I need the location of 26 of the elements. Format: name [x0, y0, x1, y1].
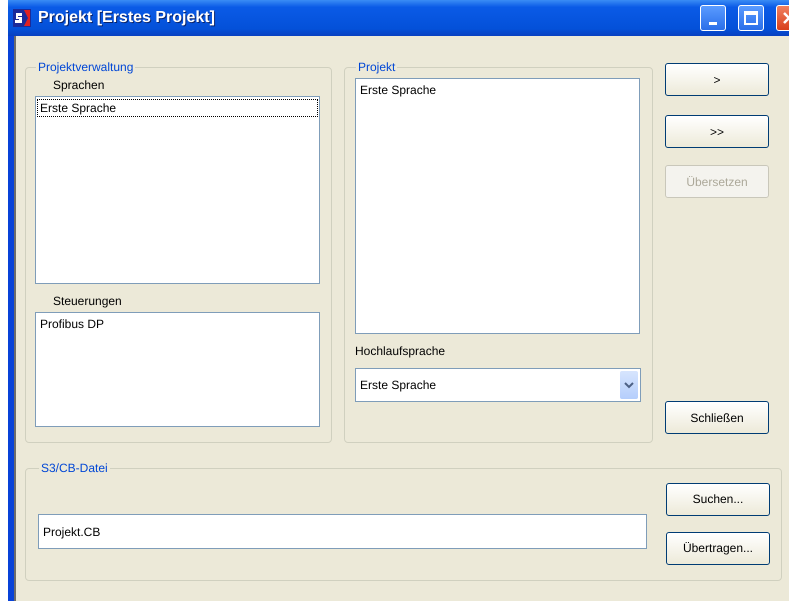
- file-field[interactable]: Projekt.CB: [38, 514, 647, 549]
- group-title: Projekt: [357, 60, 396, 74]
- button[interactable]: Schließen: [665, 401, 769, 434]
- list-label: Sprachen: [53, 78, 106, 92]
- group-title: S3/CB-Datei: [40, 461, 109, 475]
- combo-label: Hochlaufsprache: [355, 344, 446, 358]
- button[interactable]: >: [665, 63, 769, 96]
- minimize-icon: [709, 22, 717, 24]
- button[interactable]: Suchen...: [666, 482, 770, 516]
- language-list[interactable]: Erste Sprache: [355, 78, 640, 334]
- controller-list[interactable]: Profibus DP: [35, 312, 320, 427]
- list-item[interactable]: Erste Sprache: [357, 81, 638, 99]
- group-title: Projektverwaltung: [37, 60, 134, 74]
- window-title: Projekt [Erstes Projekt]: [38, 9, 216, 27]
- button[interactable]: >>: [665, 115, 769, 148]
- list-label: Steuerungen: [53, 294, 123, 308]
- list-item[interactable]: Erste Sprache: [37, 99, 318, 117]
- minimize-button[interactable]: [700, 5, 726, 31]
- maximize-icon: [744, 11, 758, 25]
- list-item[interactable]: Profibus DP: [37, 315, 318, 333]
- maximize-button[interactable]: [738, 5, 764, 31]
- language-list[interactable]: Erste Sprache: [35, 96, 320, 284]
- language-dropdown[interactable]: Erste Sprache: [355, 368, 641, 402]
- button[interactable]: Übertragen...: [666, 532, 770, 564]
- app-icon: [12, 8, 32, 28]
- dropdown-icon: [620, 371, 638, 399]
